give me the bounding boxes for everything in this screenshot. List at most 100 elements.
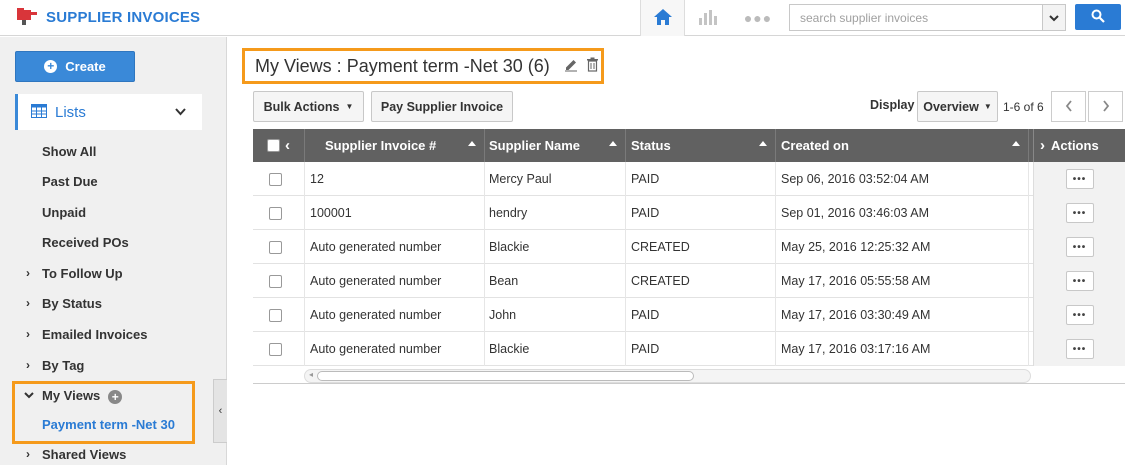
cell-created-on: Sep 06, 2016 03:52:04 AM (776, 162, 1029, 196)
cell-supplier-name: John (485, 298, 626, 332)
row-checkbox[interactable] (269, 206, 282, 220)
next-page-button[interactable] (1088, 91, 1123, 122)
red-folder-icon (16, 6, 38, 29)
trash-icon[interactable] (586, 57, 599, 75)
header-supplier-name[interactable]: Supplier Name (485, 129, 626, 162)
add-view-icon[interactable]: + (108, 389, 123, 404)
chevron-down-icon (1049, 10, 1059, 25)
more-button[interactable]: ●●● (740, 0, 776, 36)
header-select-all: ‹ (253, 129, 305, 162)
lists-label: Lists (55, 103, 86, 121)
header-status[interactable]: Status (626, 129, 776, 162)
sidebar-item-by-tag[interactable]: By Tag (42, 358, 84, 373)
cell-status: PAID (626, 162, 776, 196)
cell-invoice-number: Auto generated number (305, 332, 485, 366)
sort-asc-icon (759, 141, 767, 146)
grid-icon (31, 103, 47, 121)
chevron-left-icon: ‹ (218, 405, 223, 417)
header-label: Supplier Invoice # (325, 138, 437, 153)
row-actions-button[interactable]: ••• (1065, 305, 1094, 325)
chevron-right-icon: › (26, 327, 30, 341)
caret-down-icon: ▼ (983, 102, 992, 111)
chevron-right-icon: › (26, 296, 30, 310)
sidebar-item-shared-views[interactable]: Shared Views (42, 447, 126, 462)
chevron-right-icon: › (26, 447, 30, 461)
display-select[interactable]: Overview ▼ (917, 91, 998, 122)
cell-status: PAID (626, 332, 776, 366)
row-actions-button[interactable]: ••• (1065, 271, 1094, 291)
ellipsis-icon: ●●● (743, 10, 773, 26)
row-select-cell (253, 332, 305, 366)
cell-created-on: May 17, 2016 03:17:16 AM (776, 332, 1029, 366)
cell-invoice-number: 100001 (305, 196, 485, 230)
pencil-icon[interactable] (564, 58, 578, 75)
cell-supplier-name: hendry (485, 196, 626, 230)
cell-invoice-number: Auto generated number (305, 264, 485, 298)
table-row[interactable]: Auto generated number Bean CREATED May 17, … (253, 264, 1125, 298)
chevron-down-icon (24, 387, 34, 402)
row-actions-cell: ••• (1033, 162, 1125, 196)
row-actions-button[interactable]: ••• (1065, 237, 1094, 257)
cell-created-on: Sep 01, 2016 03:46:03 AM (776, 196, 1029, 230)
my-views-label: My Views (42, 388, 101, 403)
horizontal-scrollbar[interactable]: ◂ (304, 369, 1031, 383)
table-row[interactable]: Auto generated number Blackie PAID May 17, … (253, 332, 1125, 366)
sort-asc-icon (609, 141, 617, 146)
header-created-on[interactable]: Created on (776, 129, 1029, 162)
row-actions-button[interactable]: ••• (1065, 203, 1094, 223)
home-button[interactable] (640, 0, 685, 36)
chevron-right-icon: › (26, 266, 30, 280)
sidebar-item-show-all[interactable]: Show All (42, 144, 96, 159)
lists-header[interactable]: Lists (15, 94, 202, 130)
sidebar-item-my-views[interactable]: My Views + (42, 388, 123, 404)
pager-info: 1-6 of 6 (1003, 100, 1044, 114)
grid-bottom-border (253, 383, 1125, 384)
row-checkbox[interactable] (269, 172, 282, 186)
bulk-actions-label: Bulk Actions (263, 99, 340, 114)
cell-invoice-number: Auto generated number (305, 298, 485, 332)
scroll-left-arrow-icon[interactable]: ◂ (309, 370, 313, 379)
header-label: Actions (1051, 138, 1099, 153)
prev-page-button[interactable] (1051, 91, 1086, 122)
plus-icon: + (44, 60, 58, 73)
sidebar-item-unpaid[interactable]: Unpaid (42, 205, 86, 220)
create-button[interactable]: + Create (15, 51, 135, 82)
scrollbar-thumb[interactable] (317, 371, 694, 381)
pay-label: Pay Supplier Invoice (380, 99, 504, 114)
sidebar-item-past-due[interactable]: Past Due (42, 174, 98, 189)
table-row[interactable]: Auto generated number John PAID May 17, 201… (253, 298, 1125, 332)
row-actions-button[interactable]: ••• (1065, 169, 1094, 189)
row-checkbox[interactable] (269, 308, 282, 322)
cell-invoice-number: Auto generated number (305, 230, 485, 264)
row-checkbox[interactable] (269, 240, 282, 254)
chevron-right-icon[interactable]: › (1040, 137, 1045, 154)
sidebar: + Create Lists Show All Past Due Unpaid … (0, 37, 227, 465)
chevron-left-icon[interactable]: ‹ (285, 137, 290, 154)
reports-button[interactable] (690, 0, 726, 36)
row-checkbox[interactable] (269, 342, 282, 356)
sidebar-collapse-button[interactable]: ‹ (213, 379, 227, 443)
cell-status: CREATED (626, 230, 776, 264)
search-button[interactable] (1075, 4, 1121, 30)
select-all-checkbox[interactable] (267, 139, 280, 152)
search-input[interactable] (789, 4, 1043, 31)
top-bar: SUPPLIER INVOICES ●●● (0, 0, 1125, 36)
row-actions-button[interactable]: ••• (1065, 339, 1094, 359)
row-select-cell (253, 298, 305, 332)
table-row[interactable]: 12 Mercy Paul PAID Sep 06, 2016 03:52:04 AM… (253, 162, 1125, 196)
table-row[interactable]: Auto generated number Blackie CREATED May 2… (253, 230, 1125, 264)
sidebar-item-emailed-invoices[interactable]: Emailed Invoices (42, 327, 148, 342)
sidebar-item-payment-term-net-30[interactable]: Payment term -Net 30 (42, 417, 175, 432)
sidebar-item-to-follow-up[interactable]: To Follow Up (42, 266, 123, 281)
row-checkbox[interactable] (269, 274, 282, 288)
search-dropdown-button[interactable] (1042, 4, 1066, 31)
bar-chart-icon (697, 8, 719, 29)
cell-supplier-name: Blackie (485, 230, 626, 264)
table-row[interactable]: 100001 hendry PAID Sep 01, 2016 03:46:03 AM… (253, 196, 1125, 230)
pay-supplier-invoice-button[interactable]: Pay Supplier Invoice (371, 91, 513, 122)
sidebar-item-received-pos[interactable]: Received POs (42, 235, 129, 250)
sidebar-item-by-status[interactable]: By Status (42, 296, 102, 311)
header-invoice-number[interactable]: Supplier Invoice # (305, 129, 485, 162)
bulk-actions-button[interactable]: Bulk Actions ▼ (253, 91, 364, 122)
display-label: Display (870, 98, 915, 112)
